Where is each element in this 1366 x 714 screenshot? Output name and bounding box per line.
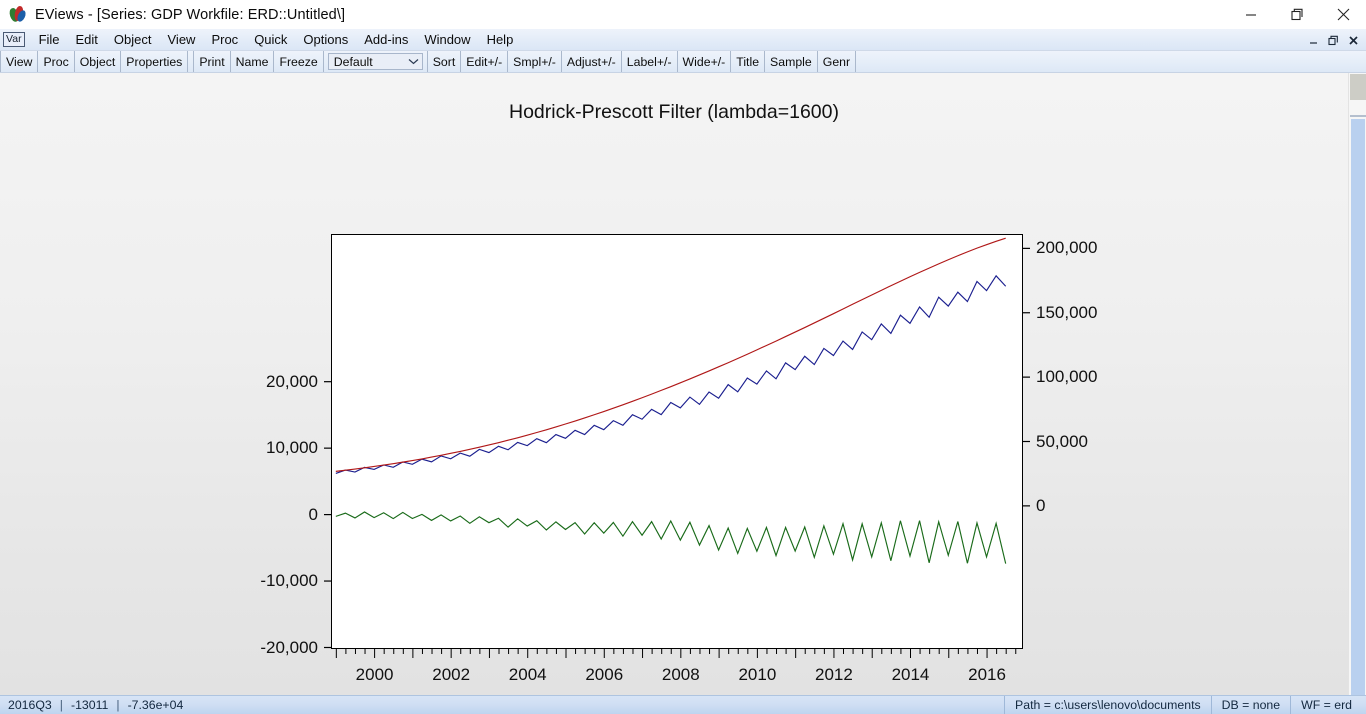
status-separator-1: | [59,698,63,712]
restore-icon[interactable] [1274,0,1320,29]
toolbar-properties-button[interactable]: Properties [121,51,189,72]
chevron-down-icon [408,57,419,67]
toolbar-label-button[interactable]: Label+/- [622,51,678,72]
title-bar: EViews - [Series: GDP Workfile: ERD::Unt… [0,0,1366,29]
eviews-logo-icon [8,4,28,24]
series-line-cycle [335,511,1007,564]
x-tick-8: 2016 [968,665,1006,684]
scrollbar-separator [1350,115,1366,117]
scrollbar-track[interactable] [1351,119,1365,695]
chart-plot-svg [335,237,1007,564]
toolbar-proc-button[interactable]: Proc [38,51,75,72]
view-preset-value: Default [333,54,373,69]
menu-item-help[interactable]: Help [479,31,522,49]
menu-item-add-ins[interactable]: Add-ins [356,31,416,49]
status-bar: 2016Q3 | -13011 | -7.36e+04 Path = c:\us… [0,695,1366,714]
status-separator-2: | [116,698,120,712]
window-title: EViews - [Series: GDP Workfile: ERD::Unt… [35,6,346,23]
view-preset-dropdown[interactable]: Default [327,53,423,70]
toolbar-object-button[interactable]: Object [75,51,122,72]
window-controls [1228,0,1366,29]
toolbar-sort-button[interactable]: Sort [426,51,462,72]
x-tick-3: 2006 [585,665,624,684]
toolbar-genr-button[interactable]: Genr [818,51,857,72]
scrollbar-thumb[interactable] [1350,74,1366,100]
mdi-window-controls [1304,29,1364,51]
menu-item-view[interactable]: View [160,31,204,49]
close-icon[interactable] [1320,0,1366,29]
left-tick-2: 0 [308,504,318,524]
vertical-scrollbar[interactable] [1348,73,1366,695]
left-tick-3: -10,000 [260,571,318,591]
toolbar-edit-button[interactable]: Edit+/- [461,51,509,72]
left-tick-0: 20,000 [266,371,318,391]
status-wf: WF = erd [1290,695,1366,714]
plot-area[interactable] [331,234,1023,649]
menu-item-object[interactable]: Object [106,31,160,49]
series-line-gdp [335,274,1007,474]
right-tick-1: 150,000 [1036,302,1098,322]
x-tick-2: 2004 [508,665,547,684]
status-date: 2016Q3 [8,698,52,712]
x-tick-5: 2010 [738,665,777,684]
toolbar-wide-button[interactable]: Wide+/- [678,51,732,72]
menu-bar: Var File Edit Object View Proc Quick Opt… [0,29,1366,51]
toolbar-freeze-button[interactable]: Freeze [274,51,324,72]
mdi-close-icon[interactable] [1344,30,1363,50]
status-path: Path = c:\users\lenovo\documents [1004,695,1211,714]
status-left-group: 2016Q3 | -13011 | -7.36e+04 [0,698,183,712]
menu-item-file[interactable]: File [31,31,68,49]
toolbar-smpl-button[interactable]: Smpl+/- [508,51,562,72]
right-tick-3: 50,000 [1036,431,1088,451]
right-tick-2: 100,000 [1036,367,1098,387]
left-tick-1: 10,000 [266,438,318,458]
mdi-restore-icon[interactable] [1324,30,1343,50]
x-tick-4: 2008 [661,665,700,684]
x-tick-7: 2014 [891,665,930,684]
menu-item-edit[interactable]: Edit [68,31,106,49]
toolbar-view-button[interactable]: View [0,51,39,72]
menu-item-window[interactable]: Window [416,31,478,49]
x-tick-0: 2000 [355,665,394,684]
toolbar-name-button[interactable]: Name [231,51,275,72]
chart-panel: Hodrick-Prescott Filter (lambda=1600) 20… [0,73,1348,695]
left-tick-4: -20,000 [260,637,318,657]
menu-item-options[interactable]: Options [295,31,356,49]
right-tick-4: 0 [1036,495,1046,515]
eviews-main-window: EViews - [Series: GDP Workfile: ERD::Unt… [0,0,1366,714]
series-line-trend [335,237,1006,472]
toolbar-print-button[interactable]: Print [193,51,231,72]
status-db: DB = none [1210,695,1290,714]
series-window-client: Hodrick-Prescott Filter (lambda=1600) 20… [0,73,1366,695]
x-tick-6: 2012 [815,665,853,684]
status-value-1: -13011 [70,698,109,712]
status-value-2: -7.36e+04 [127,698,184,712]
toolbar-adjust-button[interactable]: Adjust+/- [562,51,622,72]
x-tick-1: 2002 [432,665,471,684]
mdi-minimize-icon[interactable] [1304,30,1323,50]
object-toolbar: View Proc Object Properties Print Name F… [0,51,1366,73]
toolbar-title-button[interactable]: Title [731,51,766,72]
toolbar-sample-button[interactable]: Sample [765,51,818,72]
minimize-icon[interactable] [1228,0,1274,29]
var-badge-icon[interactable]: Var [3,32,25,47]
chart-title: Hodrick-Prescott Filter (lambda=1600) [509,101,839,123]
menu-item-quick[interactable]: Quick [246,31,295,49]
right-tick-0: 200,000 [1036,238,1098,258]
menu-item-proc[interactable]: Proc [203,31,246,49]
